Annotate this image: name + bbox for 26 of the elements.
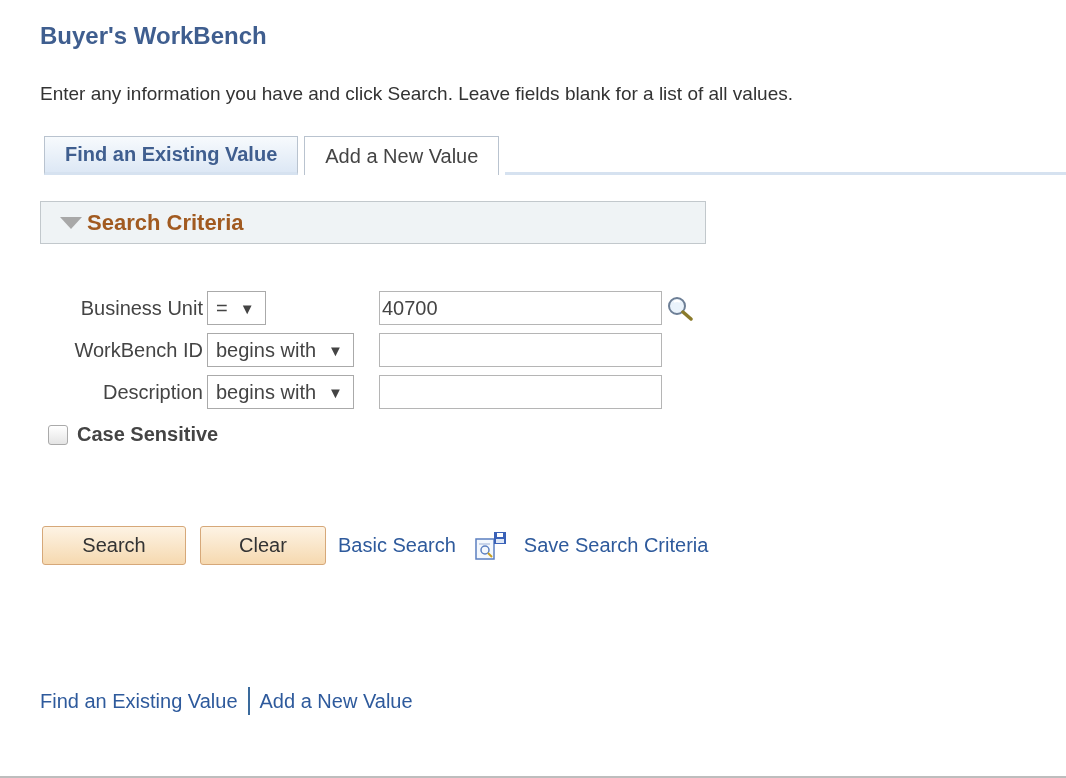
clear-button[interactable]: Clear <box>200 526 326 565</box>
field-label: Description <box>101 380 204 404</box>
search-button[interactable]: Search <box>42 526 186 565</box>
section-title: Search Criteria <box>87 209 244 236</box>
tab[interactable]: Find an Existing Value <box>44 136 299 175</box>
checkbox[interactable] <box>48 424 68 445</box>
section-header[interactable]: Search Criteria <box>40 201 706 244</box>
collapse-triangle-icon[interactable] <box>59 215 83 230</box>
field-label: WorkBench ID <box>73 338 204 362</box>
page-title: Buyer's WorkBench <box>40 21 268 51</box>
input-field[interactable] <box>379 333 662 367</box>
tab[interactable]: Add a New Value <box>304 136 500 175</box>
search-icon[interactable] <box>666 295 694 321</box>
operator-dropdown[interactable]: begins with ▼ <box>207 333 354 367</box>
footer-link[interactable]: Find an Existing Value <box>40 689 238 713</box>
input-field[interactable] <box>379 375 662 409</box>
instructions-text: Enter any information you have and click Search. Leave fields blank for a list of all values. <box>40 82 794 106</box>
operator-dropdown[interactable]: = ▼ <box>207 291 266 325</box>
operator-dropdown[interactable]: begins with ▼ <box>207 375 354 409</box>
basic-search-link[interactable]: Basic Search <box>338 534 456 557</box>
save-search-icon[interactable] <box>473 530 508 561</box>
checkbox-label: Case Sensitive <box>77 423 219 446</box>
field-label: Business Unit <box>79 296 204 320</box>
input-field[interactable]: 40700 <box>379 291 662 325</box>
footer-link[interactable]: Add a New Value <box>259 689 413 713</box>
save-search-criteria-link[interactable]: Save Search Criteria <box>523 534 709 557</box>
